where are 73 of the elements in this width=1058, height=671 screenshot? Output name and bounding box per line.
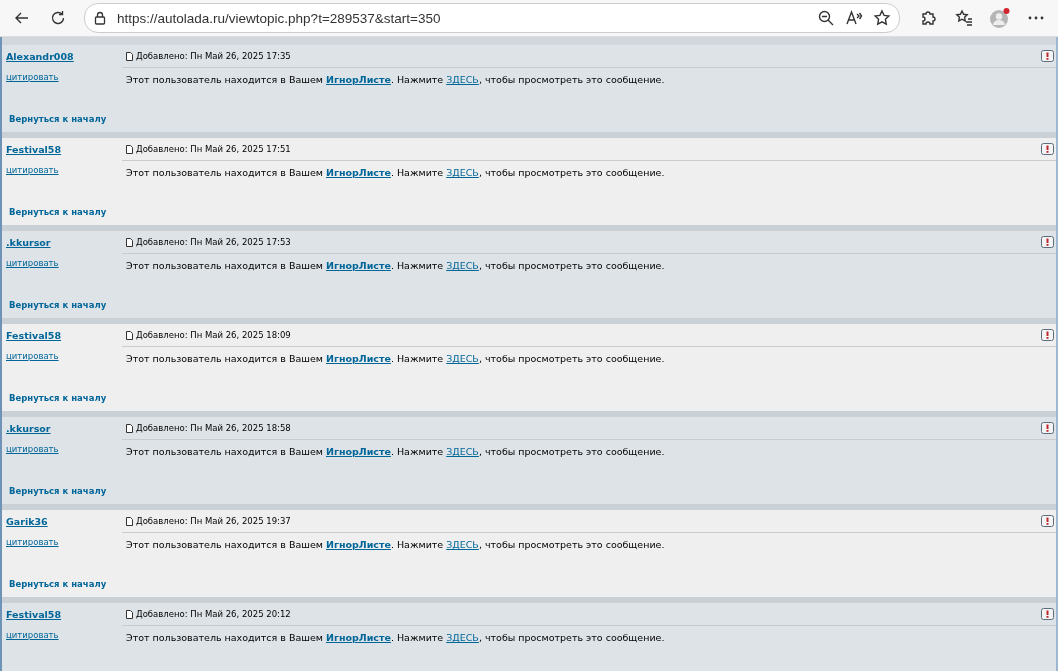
- author-link[interactable]: Garik36: [6, 516, 48, 527]
- post-icon: [126, 144, 133, 154]
- read-aloud-icon[interactable]: [845, 9, 863, 27]
- back-to-top-link[interactable]: Вернуться к началу: [6, 579, 110, 597]
- here-link[interactable]: ЗДЕСЬ: [446, 260, 479, 271]
- more-options-icon[interactable]: [1028, 16, 1044, 20]
- author-link[interactable]: Alexandr008: [6, 51, 74, 62]
- here-link[interactable]: ЗДЕСЬ: [446, 167, 479, 178]
- post-date: Добавлено: Пн Май 26, 2025 18:09: [136, 330, 292, 340]
- favorites-icon[interactable]: [955, 9, 973, 27]
- star-icon[interactable]: [873, 9, 891, 27]
- profile-avatar-icon[interactable]: [989, 7, 1011, 29]
- report-icon[interactable]: [1041, 608, 1054, 620]
- reload-icon[interactable]: [49, 9, 67, 27]
- address-bar[interactable]: https://autolada.ru/viewtopic.php?t=289537&start=350: [84, 3, 900, 33]
- ignore-list-link[interactable]: ИгнорЛисте: [325, 632, 391, 643]
- quote-link[interactable]: цитировать: [6, 537, 59, 547]
- quote-link[interactable]: цитировать: [6, 444, 59, 454]
- quote-link[interactable]: цитировать: [6, 630, 59, 640]
- post-icon: [126, 237, 133, 247]
- ignore-list-link[interactable]: ИгнорЛисте: [325, 260, 391, 271]
- here-link[interactable]: ЗДЕСЬ: [446, 632, 479, 643]
- author-link[interactable]: .kkursor: [6, 423, 51, 434]
- post-date: Добавлено: Пн Май 26, 2025 19:37: [136, 516, 292, 526]
- here-link[interactable]: ЗДЕСЬ: [446, 446, 479, 457]
- ignore-list-link[interactable]: ИгнорЛисте: [325, 74, 391, 85]
- zoom-out-icon[interactable]: [817, 9, 835, 27]
- lock-icon[interactable]: [93, 11, 107, 25]
- post-date: Добавлено: Пн Май 26, 2025 17:35: [136, 51, 292, 61]
- author-link[interactable]: Festival58: [6, 330, 62, 341]
- back-to-top-link[interactable]: Вернуться к началу: [6, 393, 110, 411]
- report-icon[interactable]: [1041, 50, 1054, 62]
- ignore-notice: Этот пользователь находится в Вашем ИгнорЛисте. Нажмите ЗДЕСЬ, чтобы просмотреть это сообщение.: [126, 167, 665, 178]
- quote-link[interactable]: цитировать: [6, 351, 59, 361]
- author-link[interactable]: Festival58: [6, 609, 62, 620]
- puzzle-icon[interactable]: [919, 9, 937, 27]
- ignore-notice: Этот пользователь находится в Вашем ИгнорЛисте. Нажмите ЗДЕСЬ, чтобы просмотреть это сообщение.: [126, 539, 665, 550]
- post-date: Добавлено: Пн Май 26, 2025 17:53: [136, 237, 292, 247]
- ignore-notice: Этот пользователь находится в Вашем ИгнорЛисте. Нажмите ЗДЕСЬ, чтобы просмотреть это сообщение.: [126, 260, 665, 271]
- post-date: Добавлено: Пн Май 26, 2025 17:51: [136, 144, 292, 154]
- post-icon: [126, 423, 133, 433]
- report-icon[interactable]: [1041, 329, 1054, 341]
- back-to-top-link[interactable]: Вернуться к началу: [6, 114, 110, 132]
- report-icon[interactable]: [1041, 143, 1054, 155]
- author-link[interactable]: .kkursor: [6, 237, 51, 248]
- post-icon: [126, 516, 133, 526]
- ignore-list-link[interactable]: ИгнорЛисте: [325, 353, 391, 364]
- quote-link[interactable]: цитировать: [6, 258, 59, 268]
- quote-link[interactable]: цитировать: [6, 165, 59, 175]
- quote-link[interactable]: цитировать: [6, 72, 59, 82]
- here-link[interactable]: ЗДЕСЬ: [446, 539, 479, 550]
- ignore-notice: Этот пользователь находится в Вашем ИгнорЛисте. Нажмите ЗДЕСЬ, чтобы просмотреть это сообщение.: [126, 353, 665, 364]
- post-date: Добавлено: Пн Май 26, 2025 18:58: [136, 423, 292, 433]
- author-link[interactable]: Festival58: [6, 144, 62, 155]
- post-icon: [126, 330, 133, 340]
- here-link[interactable]: ЗДЕСЬ: [446, 353, 479, 364]
- post-date: Добавлено: Пн Май 26, 2025 20:12: [136, 609, 292, 619]
- back-to-top-link[interactable]: Вернуться к началу: [6, 486, 110, 504]
- ignore-list-link[interactable]: ИгнорЛисте: [325, 539, 391, 550]
- back-to-top-link[interactable]: Вернуться к началу: [6, 207, 110, 225]
- ignore-notice: Этот пользователь находится в Вашем ИгнорЛисте. Нажмите ЗДЕСЬ, чтобы просмотреть это сообщение.: [126, 74, 665, 85]
- ignore-list-link[interactable]: ИгнорЛисте: [325, 446, 391, 457]
- post-icon: [126, 609, 133, 619]
- post-icon: [126, 51, 133, 61]
- ignore-list-link[interactable]: ИгнорЛисте: [325, 167, 391, 178]
- back-to-top-link[interactable]: Вернуться к началу: [6, 300, 110, 318]
- report-icon[interactable]: [1041, 236, 1054, 248]
- ignore-notice: Этот пользователь находится в Вашем ИгнорЛисте. Нажмите ЗДЕСЬ, чтобы просмотреть это сообщение.: [126, 446, 665, 457]
- report-icon[interactable]: [1041, 422, 1054, 434]
- ignore-notice: Этот пользователь находится в Вашем ИгнорЛисте. Нажмите ЗДЕСЬ, чтобы просмотреть это сообщение.: [126, 632, 665, 643]
- report-icon[interactable]: [1041, 515, 1054, 527]
- url-text: https://autolada.ru/viewtopic.php?t=289537&start=350: [117, 10, 442, 26]
- here-link[interactable]: ЗДЕСЬ: [446, 74, 479, 85]
